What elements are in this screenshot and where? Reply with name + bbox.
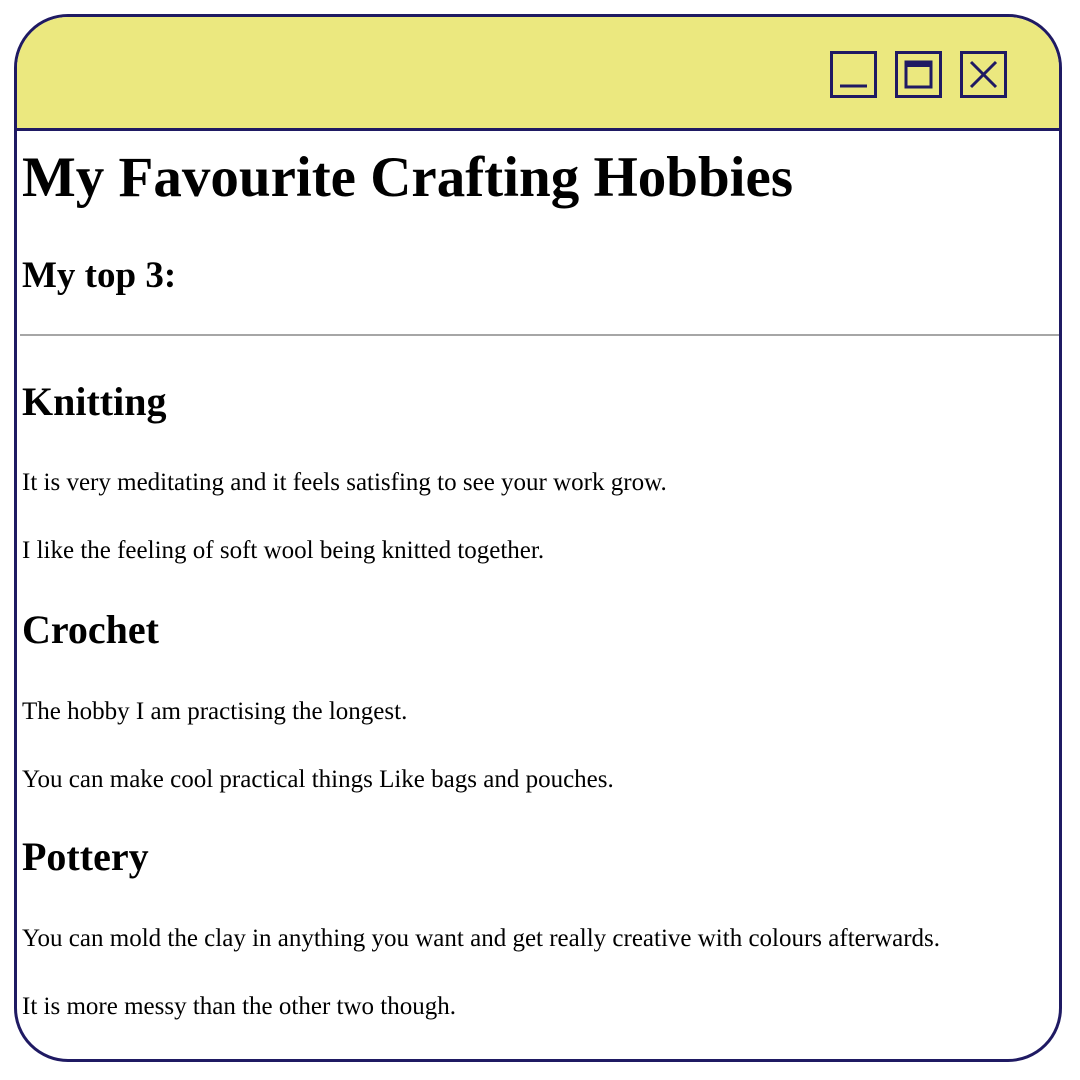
pottery-paragraph-2: It is more messy than the other two thou… — [22, 993, 456, 1020]
maximize-icon — [904, 60, 933, 89]
page-title: My Favourite Crafting Hobbies — [22, 146, 794, 209]
page-content: My Favourite Crafting Hobbies My top 3: … — [17, 131, 1059, 1059]
close-button[interactable] — [960, 51, 1007, 98]
crochet-paragraph-2: You can make cool practical things Like … — [22, 766, 614, 793]
title-bar — [17, 17, 1059, 131]
section-heading-knitting: Knitting — [22, 379, 167, 424]
section-heading-pottery: Pottery — [22, 834, 149, 879]
maximize-button[interactable] — [895, 51, 942, 98]
browser-window: My Favourite Crafting Hobbies My top 3: … — [14, 14, 1062, 1062]
pottery-paragraph-1: You can mold the clay in anything you wa… — [22, 925, 941, 952]
minimize-button[interactable] — [830, 51, 877, 98]
crochet-paragraph-1: The hobby I am practising the longest. — [22, 698, 408, 725]
knitting-paragraph-1: It is very meditating and it feels satis… — [22, 469, 667, 496]
section-heading-crochet: Crochet — [22, 607, 159, 652]
page-subtitle: My top 3: — [22, 255, 177, 296]
window-controls — [830, 51, 1007, 98]
minimize-icon — [840, 84, 867, 88]
horizontal-rule — [20, 334, 1059, 336]
knitting-paragraph-2: I like the feeling of soft wool being kn… — [22, 537, 545, 564]
close-icon — [969, 60, 998, 89]
